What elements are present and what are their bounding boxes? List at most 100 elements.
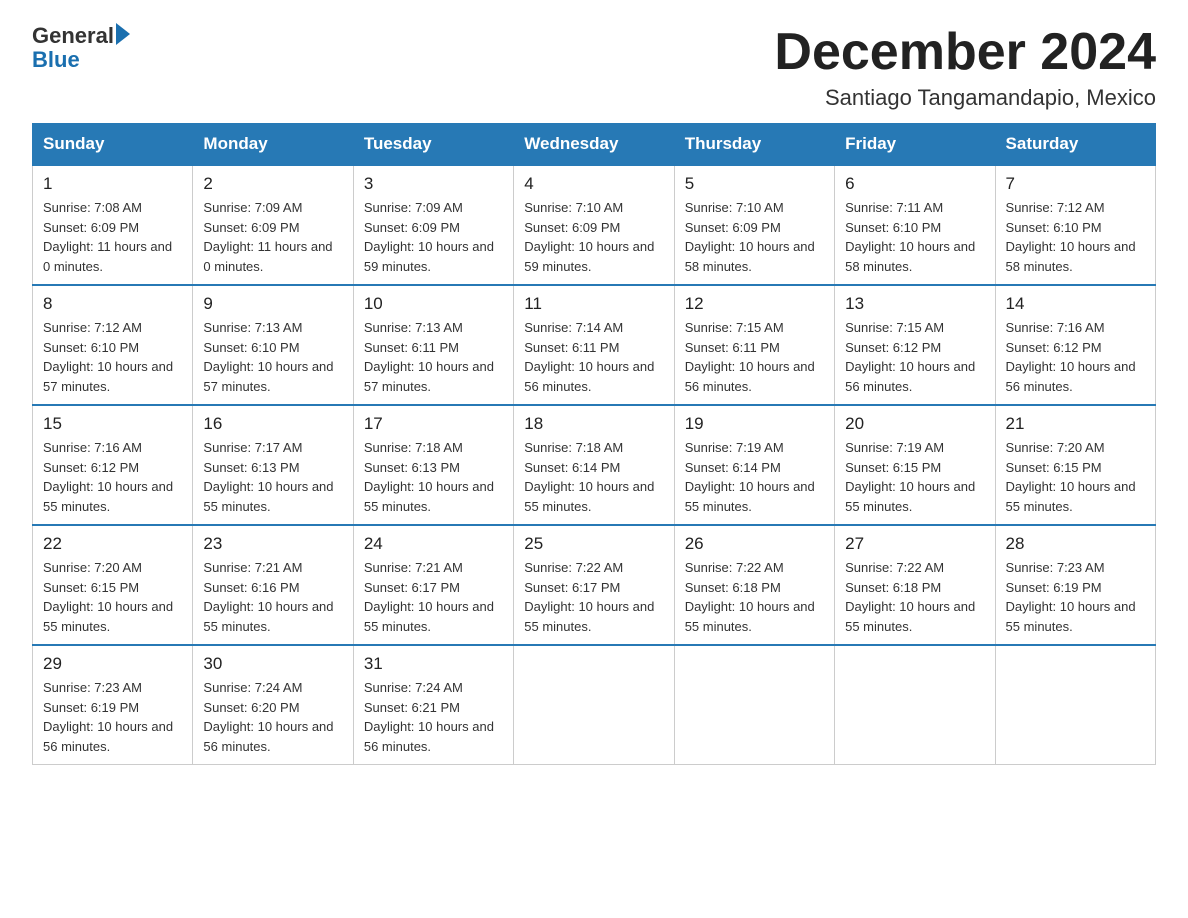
calendar-cell: 12 Sunrise: 7:15 AMSunset: 6:11 PMDaylig… xyxy=(674,285,834,405)
day-info: Sunrise: 7:20 AMSunset: 6:15 PMDaylight:… xyxy=(1006,440,1136,514)
day-number: 15 xyxy=(43,414,182,434)
day-info: Sunrise: 7:18 AMSunset: 6:13 PMDaylight:… xyxy=(364,440,494,514)
day-info: Sunrise: 7:22 AMSunset: 6:18 PMDaylight:… xyxy=(685,560,815,634)
day-number: 23 xyxy=(203,534,342,554)
day-number: 18 xyxy=(524,414,663,434)
calendar-week-row: 15 Sunrise: 7:16 AMSunset: 6:12 PMDaylig… xyxy=(33,405,1156,525)
calendar-cell: 6 Sunrise: 7:11 AMSunset: 6:10 PMDayligh… xyxy=(835,165,995,285)
calendar-cell: 30 Sunrise: 7:24 AMSunset: 6:20 PMDaylig… xyxy=(193,645,353,765)
day-number: 17 xyxy=(364,414,503,434)
day-info: Sunrise: 7:19 AMSunset: 6:15 PMDaylight:… xyxy=(845,440,975,514)
day-number: 8 xyxy=(43,294,182,314)
day-number: 5 xyxy=(685,174,824,194)
day-info: Sunrise: 7:08 AMSunset: 6:09 PMDaylight:… xyxy=(43,200,172,274)
calendar-cell: 3 Sunrise: 7:09 AMSunset: 6:09 PMDayligh… xyxy=(353,165,513,285)
day-number: 25 xyxy=(524,534,663,554)
calendar-cell: 24 Sunrise: 7:21 AMSunset: 6:17 PMDaylig… xyxy=(353,525,513,645)
weekday-header-monday: Monday xyxy=(193,124,353,166)
logo: General Blue xyxy=(32,24,130,72)
day-info: Sunrise: 7:13 AMSunset: 6:11 PMDaylight:… xyxy=(364,320,494,394)
weekday-header-tuesday: Tuesday xyxy=(353,124,513,166)
day-number: 13 xyxy=(845,294,984,314)
day-info: Sunrise: 7:16 AMSunset: 6:12 PMDaylight:… xyxy=(1006,320,1136,394)
calendar-cell: 31 Sunrise: 7:24 AMSunset: 6:21 PMDaylig… xyxy=(353,645,513,765)
calendar-subtitle: Santiago Tangamandapio, Mexico xyxy=(774,85,1156,111)
day-info: Sunrise: 7:21 AMSunset: 6:17 PMDaylight:… xyxy=(364,560,494,634)
day-number: 26 xyxy=(685,534,824,554)
calendar-cell: 25 Sunrise: 7:22 AMSunset: 6:17 PMDaylig… xyxy=(514,525,674,645)
day-number: 24 xyxy=(364,534,503,554)
calendar-cell: 13 Sunrise: 7:15 AMSunset: 6:12 PMDaylig… xyxy=(835,285,995,405)
logo-blue: Blue xyxy=(32,48,80,72)
day-number: 12 xyxy=(685,294,824,314)
day-info: Sunrise: 7:17 AMSunset: 6:13 PMDaylight:… xyxy=(203,440,333,514)
calendar-cell: 20 Sunrise: 7:19 AMSunset: 6:15 PMDaylig… xyxy=(835,405,995,525)
day-number: 9 xyxy=(203,294,342,314)
calendar-cell: 17 Sunrise: 7:18 AMSunset: 6:13 PMDaylig… xyxy=(353,405,513,525)
logo-general: General xyxy=(32,24,114,48)
calendar-week-row: 29 Sunrise: 7:23 AMSunset: 6:19 PMDaylig… xyxy=(33,645,1156,765)
page-header: General Blue December 2024 Santiago Tang… xyxy=(32,24,1156,111)
day-number: 11 xyxy=(524,294,663,314)
calendar-cell: 14 Sunrise: 7:16 AMSunset: 6:12 PMDaylig… xyxy=(995,285,1155,405)
weekday-header-wednesday: Wednesday xyxy=(514,124,674,166)
calendar-cell: 5 Sunrise: 7:10 AMSunset: 6:09 PMDayligh… xyxy=(674,165,834,285)
calendar-week-row: 1 Sunrise: 7:08 AMSunset: 6:09 PMDayligh… xyxy=(33,165,1156,285)
calendar-cell: 26 Sunrise: 7:22 AMSunset: 6:18 PMDaylig… xyxy=(674,525,834,645)
day-info: Sunrise: 7:12 AMSunset: 6:10 PMDaylight:… xyxy=(1006,200,1136,274)
calendar-cell: 27 Sunrise: 7:22 AMSunset: 6:18 PMDaylig… xyxy=(835,525,995,645)
calendar-cell: 1 Sunrise: 7:08 AMSunset: 6:09 PMDayligh… xyxy=(33,165,193,285)
day-number: 29 xyxy=(43,654,182,674)
day-number: 1 xyxy=(43,174,182,194)
day-info: Sunrise: 7:23 AMSunset: 6:19 PMDaylight:… xyxy=(43,680,173,754)
day-info: Sunrise: 7:15 AMSunset: 6:12 PMDaylight:… xyxy=(845,320,975,394)
day-info: Sunrise: 7:13 AMSunset: 6:10 PMDaylight:… xyxy=(203,320,333,394)
day-info: Sunrise: 7:09 AMSunset: 6:09 PMDaylight:… xyxy=(364,200,494,274)
calendar-cell xyxy=(995,645,1155,765)
calendar-cell: 4 Sunrise: 7:10 AMSunset: 6:09 PMDayligh… xyxy=(514,165,674,285)
calendar-cell: 2 Sunrise: 7:09 AMSunset: 6:09 PMDayligh… xyxy=(193,165,353,285)
calendar-cell: 18 Sunrise: 7:18 AMSunset: 6:14 PMDaylig… xyxy=(514,405,674,525)
day-info: Sunrise: 7:16 AMSunset: 6:12 PMDaylight:… xyxy=(43,440,173,514)
day-number: 2 xyxy=(203,174,342,194)
day-number: 21 xyxy=(1006,414,1145,434)
day-number: 4 xyxy=(524,174,663,194)
day-info: Sunrise: 7:21 AMSunset: 6:16 PMDaylight:… xyxy=(203,560,333,634)
calendar-title: December 2024 xyxy=(774,24,1156,81)
day-info: Sunrise: 7:10 AMSunset: 6:09 PMDaylight:… xyxy=(685,200,815,274)
day-info: Sunrise: 7:24 AMSunset: 6:20 PMDaylight:… xyxy=(203,680,333,754)
day-number: 6 xyxy=(845,174,984,194)
day-info: Sunrise: 7:18 AMSunset: 6:14 PMDaylight:… xyxy=(524,440,654,514)
day-info: Sunrise: 7:19 AMSunset: 6:14 PMDaylight:… xyxy=(685,440,815,514)
day-number: 16 xyxy=(203,414,342,434)
day-info: Sunrise: 7:09 AMSunset: 6:09 PMDaylight:… xyxy=(203,200,332,274)
calendar-table: SundayMondayTuesdayWednesdayThursdayFrid… xyxy=(32,123,1156,765)
day-info: Sunrise: 7:10 AMSunset: 6:09 PMDaylight:… xyxy=(524,200,654,274)
day-number: 14 xyxy=(1006,294,1145,314)
calendar-cell: 19 Sunrise: 7:19 AMSunset: 6:14 PMDaylig… xyxy=(674,405,834,525)
calendar-cell: 8 Sunrise: 7:12 AMSunset: 6:10 PMDayligh… xyxy=(33,285,193,405)
day-info: Sunrise: 7:23 AMSunset: 6:19 PMDaylight:… xyxy=(1006,560,1136,634)
day-number: 28 xyxy=(1006,534,1145,554)
day-number: 27 xyxy=(845,534,984,554)
calendar-cell: 22 Sunrise: 7:20 AMSunset: 6:15 PMDaylig… xyxy=(33,525,193,645)
logo-arrow-icon xyxy=(116,23,130,45)
day-info: Sunrise: 7:24 AMSunset: 6:21 PMDaylight:… xyxy=(364,680,494,754)
weekday-header-friday: Friday xyxy=(835,124,995,166)
calendar-week-row: 22 Sunrise: 7:20 AMSunset: 6:15 PMDaylig… xyxy=(33,525,1156,645)
weekday-header-row: SundayMondayTuesdayWednesdayThursdayFrid… xyxy=(33,124,1156,166)
day-number: 22 xyxy=(43,534,182,554)
calendar-cell: 21 Sunrise: 7:20 AMSunset: 6:15 PMDaylig… xyxy=(995,405,1155,525)
day-number: 3 xyxy=(364,174,503,194)
calendar-cell: 11 Sunrise: 7:14 AMSunset: 6:11 PMDaylig… xyxy=(514,285,674,405)
weekday-header-sunday: Sunday xyxy=(33,124,193,166)
calendar-cell xyxy=(514,645,674,765)
weekday-header-thursday: Thursday xyxy=(674,124,834,166)
calendar-cell: 16 Sunrise: 7:17 AMSunset: 6:13 PMDaylig… xyxy=(193,405,353,525)
calendar-cell xyxy=(674,645,834,765)
day-info: Sunrise: 7:20 AMSunset: 6:15 PMDaylight:… xyxy=(43,560,173,634)
day-info: Sunrise: 7:22 AMSunset: 6:18 PMDaylight:… xyxy=(845,560,975,634)
calendar-cell: 15 Sunrise: 7:16 AMSunset: 6:12 PMDaylig… xyxy=(33,405,193,525)
day-info: Sunrise: 7:15 AMSunset: 6:11 PMDaylight:… xyxy=(685,320,815,394)
title-block: December 2024 Santiago Tangamandapio, Me… xyxy=(774,24,1156,111)
